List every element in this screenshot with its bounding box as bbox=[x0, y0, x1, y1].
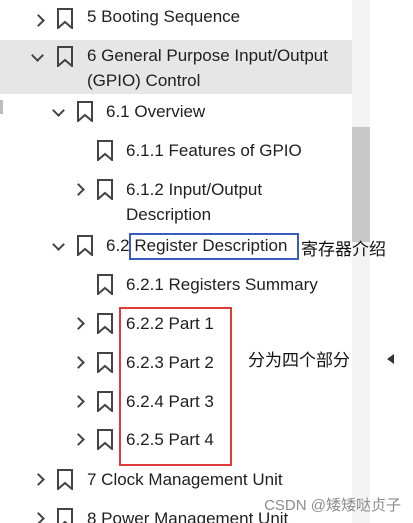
bookmark-icon bbox=[57, 508, 73, 523]
highlight-box-register-description bbox=[129, 233, 299, 260]
chevron-right-icon[interactable] bbox=[32, 512, 45, 523]
bookmark-item-6-1[interactable]: 6.1 Overview bbox=[0, 98, 352, 126]
bookmark-label-line1: 6 General Purpose Input/Output bbox=[87, 46, 328, 65]
bookmark-icon bbox=[57, 8, 73, 29]
panel-edge-marker bbox=[0, 100, 3, 114]
bookmark-label: 8 Power Management Unit bbox=[87, 509, 289, 523]
annotation-parts-note: 分为四个部分 bbox=[248, 351, 350, 370]
chevron-right-icon[interactable] bbox=[72, 433, 85, 446]
chevron-right-icon[interactable] bbox=[72, 356, 85, 369]
bookmark-label: 6.1.1 Features of GPIO bbox=[126, 141, 302, 160]
chevron-down-icon[interactable] bbox=[52, 104, 65, 117]
bookmark-icon bbox=[97, 429, 113, 450]
bookmark-icon bbox=[97, 274, 113, 295]
scrollbar-track[interactable] bbox=[352, 0, 370, 523]
bookmark-item-6-1-2[interactable]: 6.1.2 Input/Output Description bbox=[0, 176, 352, 230]
chevron-right-icon[interactable] bbox=[72, 395, 85, 408]
bookmark-icon bbox=[57, 46, 73, 67]
pdf-bookmarks-panel: 5 Booting Sequence 6 General Purpose Inp… bbox=[0, 0, 413, 523]
bookmark-icon bbox=[97, 391, 113, 412]
chevron-down-icon[interactable] bbox=[52, 238, 65, 251]
chevron-right-icon[interactable] bbox=[32, 14, 45, 27]
chevron-right-icon[interactable] bbox=[32, 473, 45, 486]
bookmark-icon bbox=[57, 469, 73, 490]
bookmark-icon bbox=[97, 313, 113, 334]
bookmark-icon bbox=[77, 101, 93, 122]
bookmark-label-line2: (GPIO) Control bbox=[87, 71, 201, 90]
bookmark-label-line2: Description bbox=[126, 205, 212, 224]
bookmark-icon bbox=[97, 352, 113, 373]
bookmark-label-line1: 6.1.2 Input/Output bbox=[126, 180, 263, 199]
bookmark-icon bbox=[77, 235, 93, 256]
bookmark-label: 6.1 Overview bbox=[106, 102, 206, 121]
bookmark-label: 5 Booting Sequence bbox=[87, 7, 241, 26]
chevron-right-icon[interactable] bbox=[72, 183, 85, 196]
annotation-register-note: 寄存器介绍 bbox=[301, 240, 386, 259]
chevron-down-icon[interactable] bbox=[31, 49, 44, 62]
bookmark-icon bbox=[97, 179, 113, 200]
bookmark-item-6[interactable]: 6 General Purpose Input/Output (GPIO) Co… bbox=[0, 40, 352, 94]
bookmark-item-7[interactable]: 7 Clock Management Unit bbox=[0, 466, 352, 494]
bookmark-label: 6.2.1 Registers Summary bbox=[126, 275, 318, 294]
bookmark-label: 7 Clock Management Unit bbox=[87, 470, 283, 489]
highlight-box-parts bbox=[119, 307, 232, 466]
bookmark-item-6-2-1[interactable]: 6.2.1 Registers Summary bbox=[0, 271, 352, 299]
bookmark-item-6-1-1[interactable]: 6.1.1 Features of GPIO bbox=[0, 137, 352, 165]
bookmark-item-5[interactable]: 5 Booting Sequence bbox=[0, 4, 352, 32]
bookmark-icon bbox=[97, 140, 113, 161]
watermark: CSDN @矮矮哒贞子 bbox=[264, 497, 401, 514]
chevron-right-icon[interactable] bbox=[72, 317, 85, 330]
collapse-panel-arrow-icon[interactable] bbox=[387, 354, 394, 364]
scrollbar-thumb[interactable] bbox=[352, 127, 370, 242]
